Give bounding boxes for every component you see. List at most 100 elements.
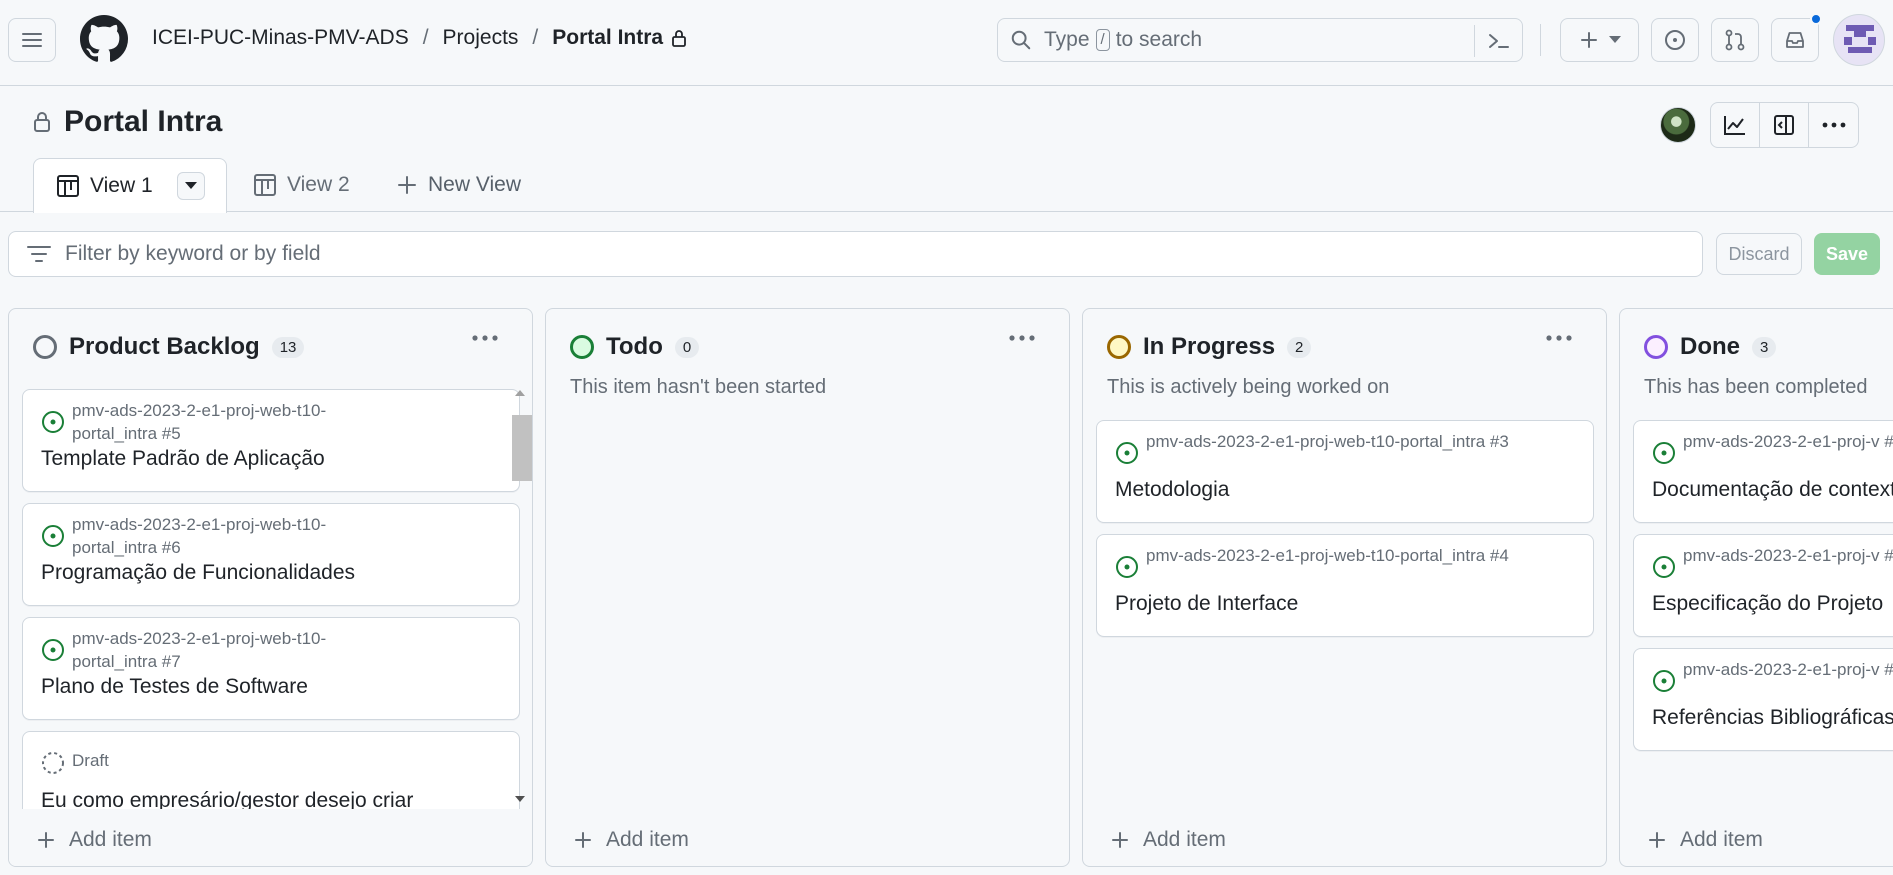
add-item-label: Add item: [1143, 828, 1226, 851]
column-description: This is actively being worked on: [1107, 376, 1390, 398]
breadcrumb-projects-link[interactable]: Projects: [443, 26, 519, 50]
scrollbar-thumb[interactable]: [512, 415, 532, 481]
card[interactable]: pmv-ads-2023-2-e1-proj-web-t10-portal_in…: [22, 389, 520, 492]
git-pull-request-icon: [1725, 29, 1745, 51]
breadcrumb-current-project[interactable]: Portal Intra: [552, 26, 663, 50]
breadcrumb: ICEI-PUC-Minas-PMV-ADS / Projects / Port…: [152, 26, 687, 50]
column-header: In Progress 2: [1107, 333, 1312, 361]
column-in-progress: In Progress 2 This is actively being wor…: [1082, 308, 1607, 867]
command-palette-button[interactable]: [1474, 25, 1522, 57]
menu-button[interactable]: [8, 18, 56, 62]
card-repo: pmv-ads-2023-2-e1-proj-v #1: [1683, 432, 1893, 451]
sidebar-toggle-button[interactable]: [1760, 103, 1809, 147]
save-button[interactable]: Save: [1814, 233, 1880, 275]
search-input[interactable]: Type / to search: [997, 18, 1523, 62]
column-menu-icon[interactable]: [472, 335, 498, 341]
column-title: In Progress: [1143, 333, 1276, 360]
column-count: 0: [674, 336, 700, 358]
card-title[interactable]: Documentação de context: [1652, 478, 1893, 502]
card-repo: pmv-ads-2023-2-e1-proj-web-t10-portal_in…: [1146, 432, 1509, 451]
issue-open-icon: [1116, 442, 1138, 464]
add-item-button[interactable]: Add item: [574, 828, 689, 852]
column-header: Done 3: [1644, 333, 1777, 361]
project-button-group: [1710, 102, 1859, 148]
plus-icon: [1112, 832, 1128, 848]
card-title[interactable]: Programação de Funcionalidades: [41, 561, 355, 585]
column-menu-icon[interactable]: [1009, 335, 1035, 341]
discard-button[interactable]: Discard: [1716, 233, 1802, 275]
user-avatar[interactable]: [1833, 14, 1885, 66]
column-description: This item hasn't been started: [570, 376, 827, 398]
card-title[interactable]: Plano de Testes de Software: [41, 675, 308, 699]
card[interactable]: pmv-ads-2023-2-e1-proj-v #2 Especificaçã…: [1633, 534, 1893, 637]
column-cards: pmv-ads-2023-2-e1-proj-web-t10-portal_in…: [22, 389, 520, 845]
insights-button[interactable]: [1711, 103, 1760, 147]
card-repo: pmv-ads-2023-2-e1-proj-v #8: [1683, 660, 1893, 679]
column-count: 13: [271, 336, 305, 358]
project-actions: [1660, 102, 1859, 148]
scroll-up-icon[interactable]: [515, 389, 525, 397]
add-item-label: Add item: [606, 828, 689, 851]
column-title: Done: [1680, 333, 1740, 360]
card[interactable]: pmv-ads-2023-2-e1-proj-web-t10-portal_in…: [22, 503, 520, 606]
add-item-button[interactable]: Add item: [37, 828, 152, 852]
kebab-horizontal-icon: [1822, 122, 1845, 128]
triangle-down-icon: [184, 182, 197, 189]
lock-icon: [34, 112, 50, 132]
issue-open-icon: [42, 411, 64, 433]
card-title[interactable]: Referências Bibliográficas: [1652, 706, 1893, 730]
card-draft-label: Draft: [72, 751, 109, 770]
add-item-label: Add item: [69, 828, 152, 851]
issue-open-icon: [1116, 556, 1138, 578]
filter-icon: [27, 246, 51, 262]
sidebar-expand-icon: [1774, 115, 1794, 135]
filter-input[interactable]: Filter by keyword or by field: [8, 231, 1703, 277]
issue-open-icon: [1653, 670, 1675, 692]
tab-view-1[interactable]: View 1: [33, 158, 227, 213]
column-description: This has been completed: [1644, 376, 1868, 398]
view-options-dropdown[interactable]: [176, 172, 205, 200]
inbox-button[interactable]: [1771, 13, 1822, 62]
create-new-button[interactable]: [1560, 18, 1639, 62]
board-icon: [254, 174, 276, 196]
project-more-button[interactable]: [1809, 103, 1858, 147]
plus-icon: [575, 832, 591, 848]
card[interactable]: pmv-ads-2023-2-e1-proj-v #1 Documentação…: [1633, 420, 1893, 523]
scroll-down-icon[interactable]: [515, 795, 525, 803]
status-circle-icon: [33, 335, 57, 359]
column-scrollbar[interactable]: [508, 385, 532, 807]
collaborator-avatar[interactable]: [1660, 107, 1696, 143]
notification-dot: [1810, 13, 1822, 25]
issues-button[interactable]: [1651, 18, 1699, 62]
card-title[interactable]: Metodologia: [1115, 478, 1229, 502]
hamburger-icon: [22, 33, 42, 47]
card[interactable]: pmv-ads-2023-2-e1-proj-web-t10-portal_in…: [1096, 534, 1594, 637]
tab-view-2[interactable]: View 2: [253, 158, 350, 212]
plus-icon: [1649, 832, 1665, 848]
column-cards: pmv-ads-2023-2-e1-proj-v #1 Documentação…: [1633, 420, 1893, 762]
card-repo: pmv-ads-2023-2-e1-proj-web-t10-portal_in…: [72, 515, 327, 557]
search-placeholder: Type / to search: [1044, 28, 1202, 52]
add-item-button[interactable]: Add item: [1111, 828, 1226, 852]
inbox-icon: [1786, 32, 1804, 48]
column-todo: Todo 0 This item hasn't been started Add…: [545, 308, 1070, 867]
github-logo-icon[interactable]: [80, 15, 128, 63]
status-circle-icon: [1107, 335, 1131, 359]
card[interactable]: pmv-ads-2023-2-e1-proj-web-t10-portal_in…: [1096, 420, 1594, 523]
card[interactable]: pmv-ads-2023-2-e1-proj-web-t10-portal_in…: [22, 617, 520, 720]
card[interactable]: pmv-ads-2023-2-e1-proj-v #8 Referências …: [1633, 648, 1893, 751]
search-icon: [1011, 30, 1031, 50]
new-view-label: New View: [428, 173, 521, 196]
card-title[interactable]: Especificação do Projeto: [1652, 592, 1883, 616]
card-title[interactable]: Projeto de Interface: [1115, 592, 1298, 616]
column-title: Product Backlog: [69, 333, 260, 360]
card-title[interactable]: Template Padrão de Aplicação: [41, 447, 325, 471]
status-circle-icon: [570, 335, 594, 359]
issue-open-icon: [1653, 556, 1675, 578]
column-menu-icon[interactable]: [1546, 335, 1572, 341]
breadcrumb-org-link[interactable]: ICEI-PUC-Minas-PMV-ADS: [152, 26, 409, 50]
identicon-icon: [1844, 25, 1876, 53]
add-item-button[interactable]: Add item: [1648, 828, 1763, 852]
pull-requests-button[interactable]: [1711, 18, 1759, 62]
new-view-button[interactable]: New View: [396, 158, 521, 212]
